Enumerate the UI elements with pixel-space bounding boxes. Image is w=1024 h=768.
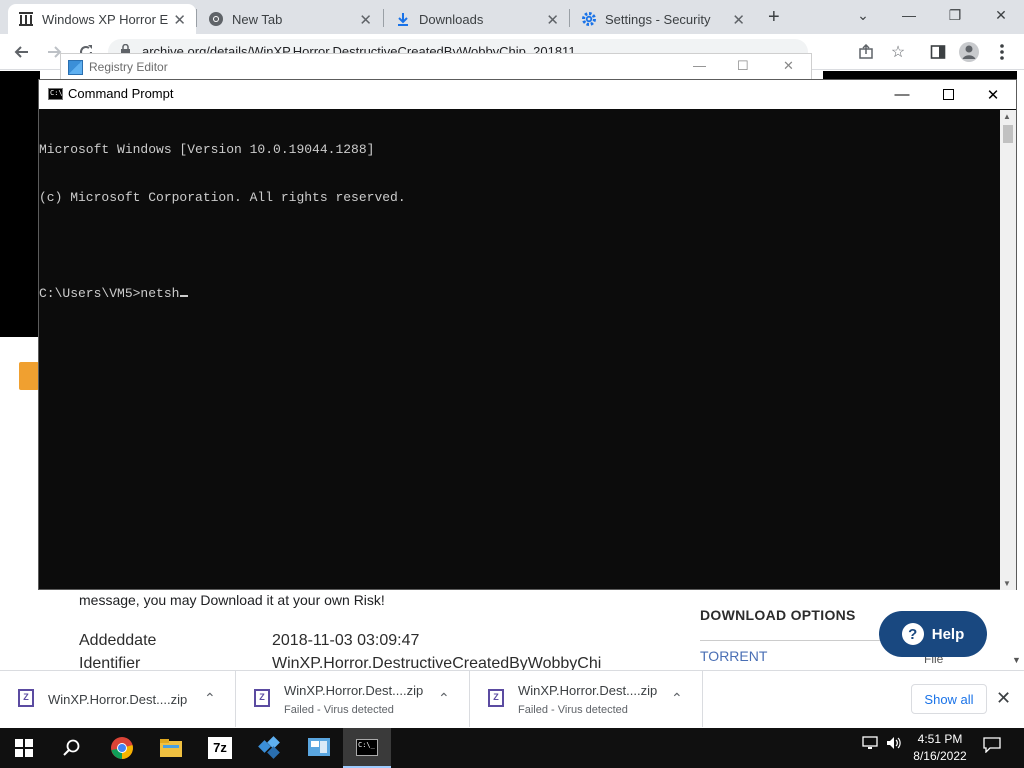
close-window-button[interactable]: ✕ [978, 0, 1024, 30]
minimize-button[interactable]: — [693, 58, 706, 73]
info-text: message, you may Download it at your own… [79, 592, 385, 608]
close-tab-icon[interactable]: ✕ [732, 11, 745, 29]
text-cursor [180, 295, 189, 297]
clock-time: 4:51 PM [917, 732, 963, 746]
search-icon[interactable] [48, 728, 96, 768]
torrent-link[interactable]: TORRENT [700, 648, 767, 664]
question-icon: ? [901, 623, 924, 645]
cmd-title-bar[interactable]: C:\ Command Prompt — ✕ [39, 80, 1016, 109]
chrome-icon[interactable] [98, 728, 146, 768]
download-filename: WinXP.Horror.Dest....zip [518, 683, 658, 698]
tab-title: Windows XP Horror Ed [42, 11, 168, 27]
chrome-menu-icon[interactable] [990, 40, 1014, 64]
console-command: C:\Users\VM5>netsh [39, 286, 180, 301]
tab-title: Settings - Security [605, 11, 711, 27]
tab-archive[interactable]: Windows XP Horror Ed ✕ [8, 4, 196, 34]
maximize-button[interactable]: ☐ [737, 58, 749, 74]
meta-value: 2018-11-03 03:09:47 [272, 632, 420, 649]
download-filename: WinXP.Horror.Dest....zip [48, 692, 188, 707]
chrome-icon [208, 11, 224, 27]
console-output[interactable]: Microsoft Windows [Version 10.0.19044.12… [39, 110, 999, 590]
download-options-heading: DOWNLOAD OPTIONS [700, 607, 856, 623]
close-button[interactable]: ✕ [783, 58, 794, 74]
tab-separator [196, 9, 197, 27]
close-tab-icon[interactable]: ✕ [359, 11, 372, 29]
cmd-title: Command Prompt [68, 86, 174, 101]
tab-downloads[interactable]: Downloads ✕ [385, 4, 569, 34]
back-button[interactable] [10, 40, 34, 64]
page-theater-area [0, 71, 40, 337]
download-status: Failed - Virus detected [518, 704, 628, 716]
close-tab-icon[interactable]: ✕ [173, 11, 186, 29]
download-icon [395, 11, 411, 27]
chevron-up-icon[interactable]: ⌃ [671, 690, 683, 707]
download-item[interactable]: Z WinXP.Horror.Dest....zip Failed - Viru… [236, 671, 470, 727]
console-line: (c) Microsoft Corporation. All rights re… [39, 190, 406, 205]
console-input-line[interactable]: C:\Users\VM5>netsh [39, 286, 999, 302]
clock-date: 8/16/2022 [913, 749, 967, 763]
system-clock[interactable]: 4:51 PM 8/16/2022 [908, 731, 972, 765]
tab-separator [569, 9, 570, 27]
tab-settings-security[interactable]: Settings - Security ✕ [571, 4, 755, 34]
book-icon [19, 362, 39, 390]
bookmark-star-icon[interactable]: ☆ [886, 40, 910, 64]
show-all-button[interactable]: Show all [911, 684, 987, 714]
tab-new-tab[interactable]: New Tab ✕ [198, 4, 382, 34]
tab-search-button[interactable]: ⌄ [840, 0, 886, 30]
cmd-icon[interactable]: C:\_ [343, 728, 391, 768]
page-scroll-down-arrow[interactable]: ▼ [1012, 655, 1024, 669]
download-status: Failed - Virus detected [284, 704, 394, 716]
console-scrollbar[interactable]: ▲ ▼ [1000, 110, 1016, 590]
download-item[interactable]: Z WinXP.Horror.Dest....zip ⌃ [0, 671, 236, 727]
registry-icon[interactable] [246, 728, 294, 768]
restore-button[interactable]: ❐ [932, 0, 978, 30]
tab-title: Downloads [419, 11, 484, 27]
notifications-icon[interactable] [983, 737, 1001, 756]
windows-start-icon[interactable] [0, 728, 48, 768]
profile-avatar[interactable] [957, 40, 981, 64]
scroll-up-arrow[interactable]: ▲ [1003, 112, 1011, 121]
file-explorer-icon[interactable] [147, 728, 195, 768]
registry-icon [68, 60, 83, 75]
volume-icon[interactable] [886, 736, 902, 753]
share-icon[interactable] [854, 40, 878, 64]
console-line: Microsoft Windows [Version 10.0.19044.12… [39, 142, 375, 157]
tab-title: New Tab [232, 11, 283, 27]
new-tab-button[interactable]: + [768, 6, 780, 29]
close-tab-icon[interactable]: ✕ [546, 11, 559, 29]
maximize-button[interactable] [925, 80, 971, 109]
download-filename: WinXP.Horror.Dest....zip [284, 683, 424, 698]
meta-label: Addeddate [79, 632, 157, 649]
help-button[interactable]: ? Help [879, 611, 987, 657]
registry-editor-title: Registry Editor [89, 60, 168, 74]
help-label: Help [931, 625, 965, 643]
tab-separator [383, 9, 384, 27]
side-panel-icon[interactable] [926, 40, 950, 64]
close-button[interactable]: ✕ [970, 80, 1016, 109]
close-shelf-icon[interactable]: ✕ [996, 688, 1011, 709]
scroll-down-arrow[interactable]: ▼ [1003, 579, 1011, 588]
registry-editor-window[interactable]: Registry Editor — ☐ ✕ [60, 53, 812, 81]
command-prompt-window[interactable]: C:\ Command Prompt — ✕ Microsoft Windows… [38, 79, 1017, 590]
minimize-button[interactable]: — [879, 80, 925, 109]
zip-file-icon: Z [254, 689, 270, 707]
scroll-thumb[interactable] [1003, 125, 1013, 143]
control-panel-icon[interactable] [295, 728, 343, 768]
chevron-up-icon[interactable]: ⌃ [438, 690, 450, 707]
divider [700, 640, 900, 641]
chevron-up-icon[interactable]: ⌃ [204, 690, 216, 707]
gear-icon [581, 11, 597, 27]
network-icon[interactable] [862, 736, 878, 753]
download-item[interactable]: Z WinXP.Horror.Dest....zip Failed - Viru… [470, 671, 703, 727]
cmd-icon: C:\ [48, 88, 63, 100]
archive-icon [18, 11, 34, 27]
7zip-icon[interactable]: 7z [196, 728, 244, 768]
zip-file-icon: Z [18, 689, 34, 707]
zip-file-icon: Z [488, 689, 504, 707]
minimize-button[interactable]: — [886, 0, 932, 30]
